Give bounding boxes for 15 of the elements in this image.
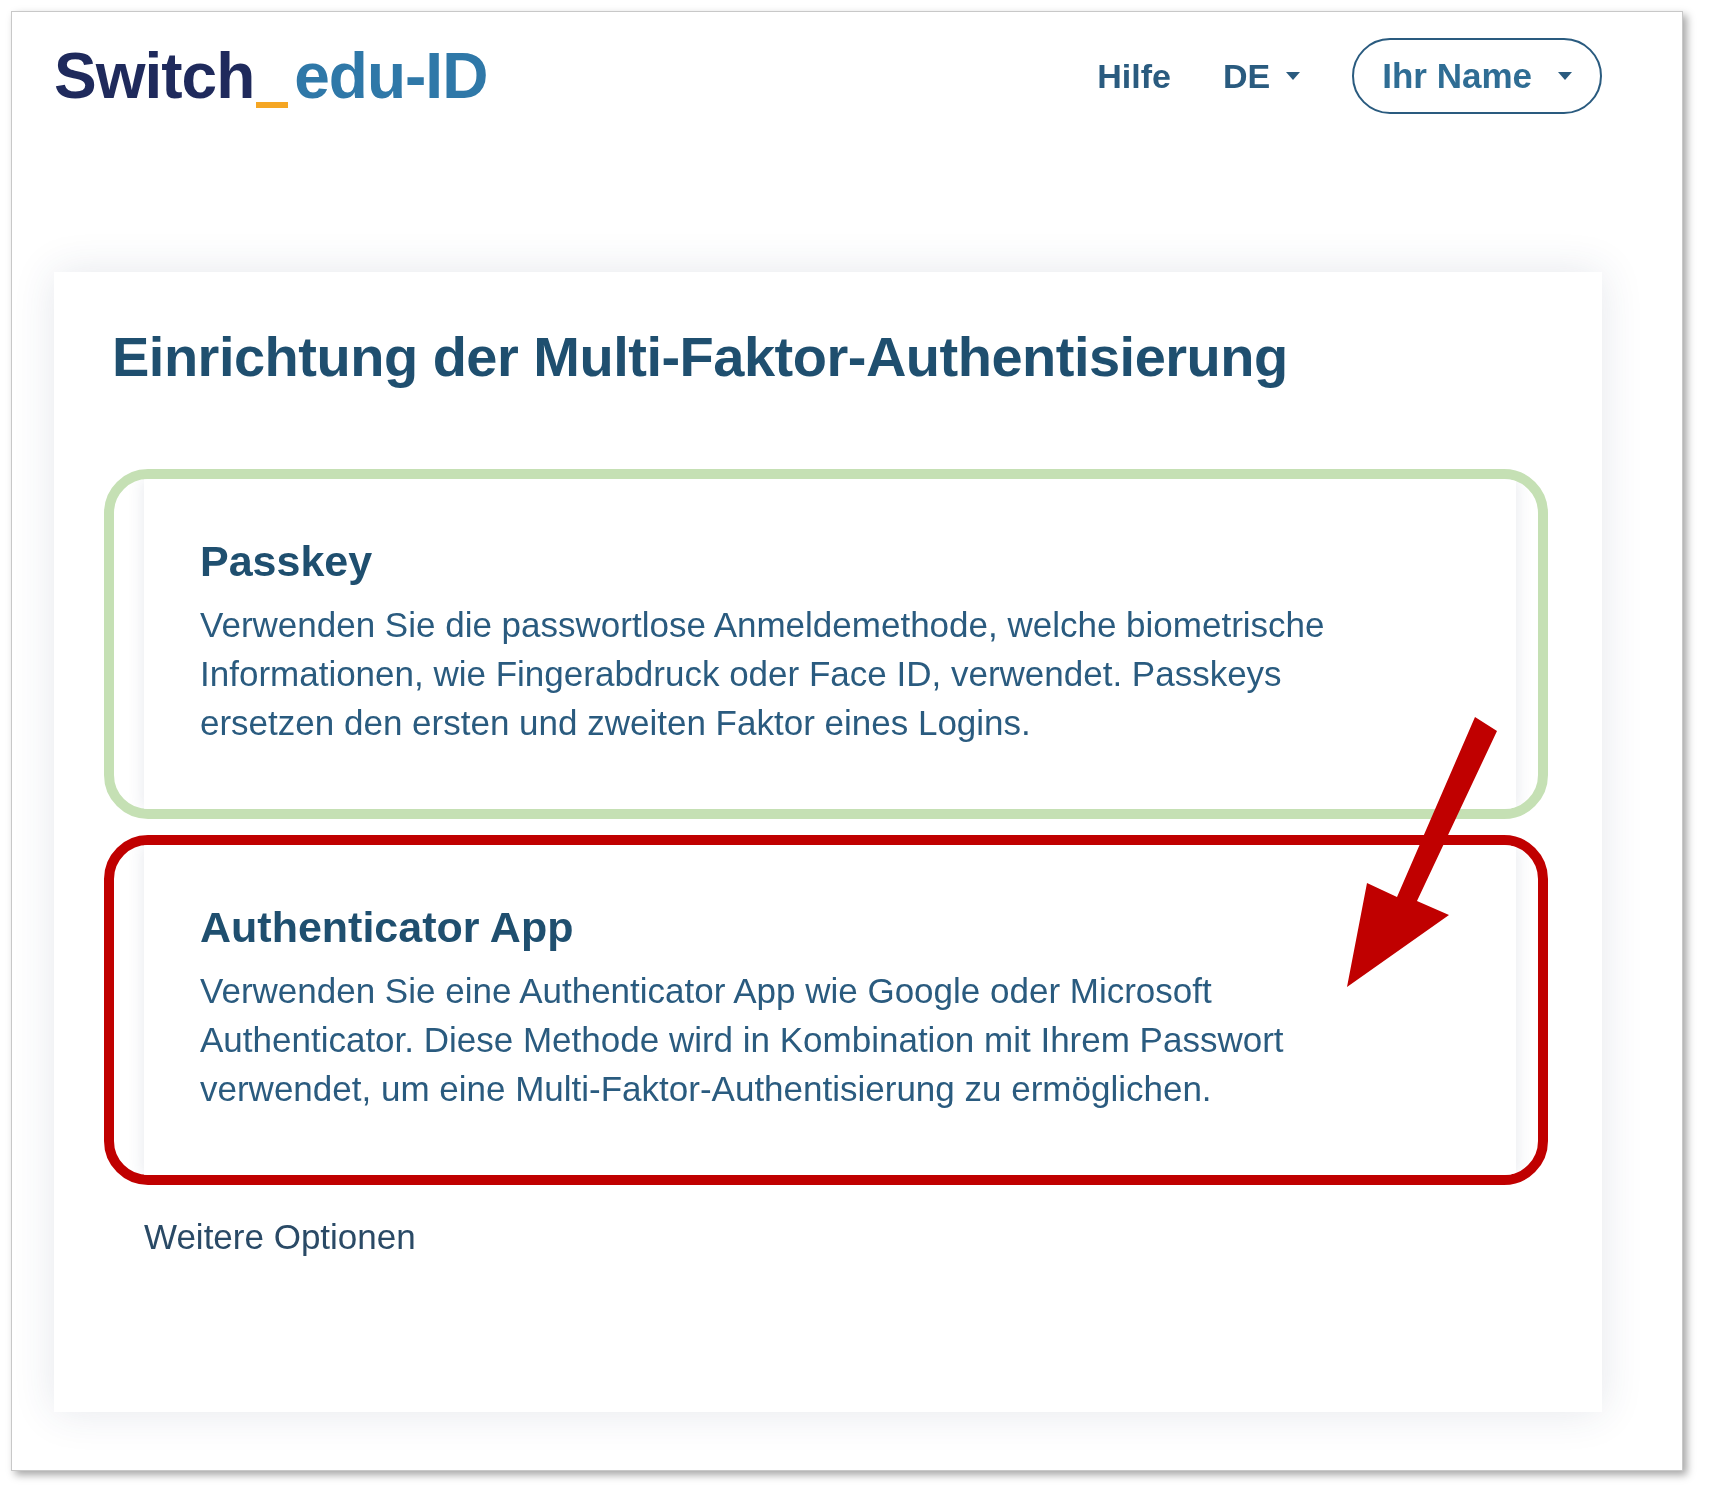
logo-underscore-icon [256,102,289,108]
logo-text: edu-ID [294,39,488,113]
option-description: Verwenden Sie die passwortlose Anmeldemethode, welche biometrische Informationen, wie Fingerabdruck oder Face ID, verwendet. Passkeys ersetzen den ersten und zweiten Faktor eines Logins. [200,604,1326,744]
caret-icon [1286,72,1301,80]
caret-icon [1558,72,1572,80]
option-title: Authenticator App [200,903,575,952]
option-card[interactable]: Passkey Verwenden Sie die passwortlose Anmeldemethode, welche biometrische Informationen, wie Fingerabdruck oder Face ID, verwendet. Passkeys ersetzen den ersten und zweiten Faktor eines Logins. [144,479,1516,809]
logo-text: Switch [54,39,255,113]
help-link[interactable]: Hilfe [1097,56,1171,96]
more-options-link[interactable]: Weitere Optionen [144,1217,1548,1257]
option-description: Verwenden Sie eine Authenticator App wie Google oder Microsoft Authenticator. Diese Methode wird in Kombination mit Ihrem Passwort verwendet, um eine Multi-Faktor-Authentisierung zu ermöglichen. [200,970,1285,1110]
option-title: Passkey [200,537,374,586]
page-title: Einrichtung der Multi-Faktor-Authentisierung [112,324,1289,389]
language-dropdown[interactable]: DE [1223,56,1301,96]
user-menu-button[interactable]: Ihr Name [1352,38,1602,114]
